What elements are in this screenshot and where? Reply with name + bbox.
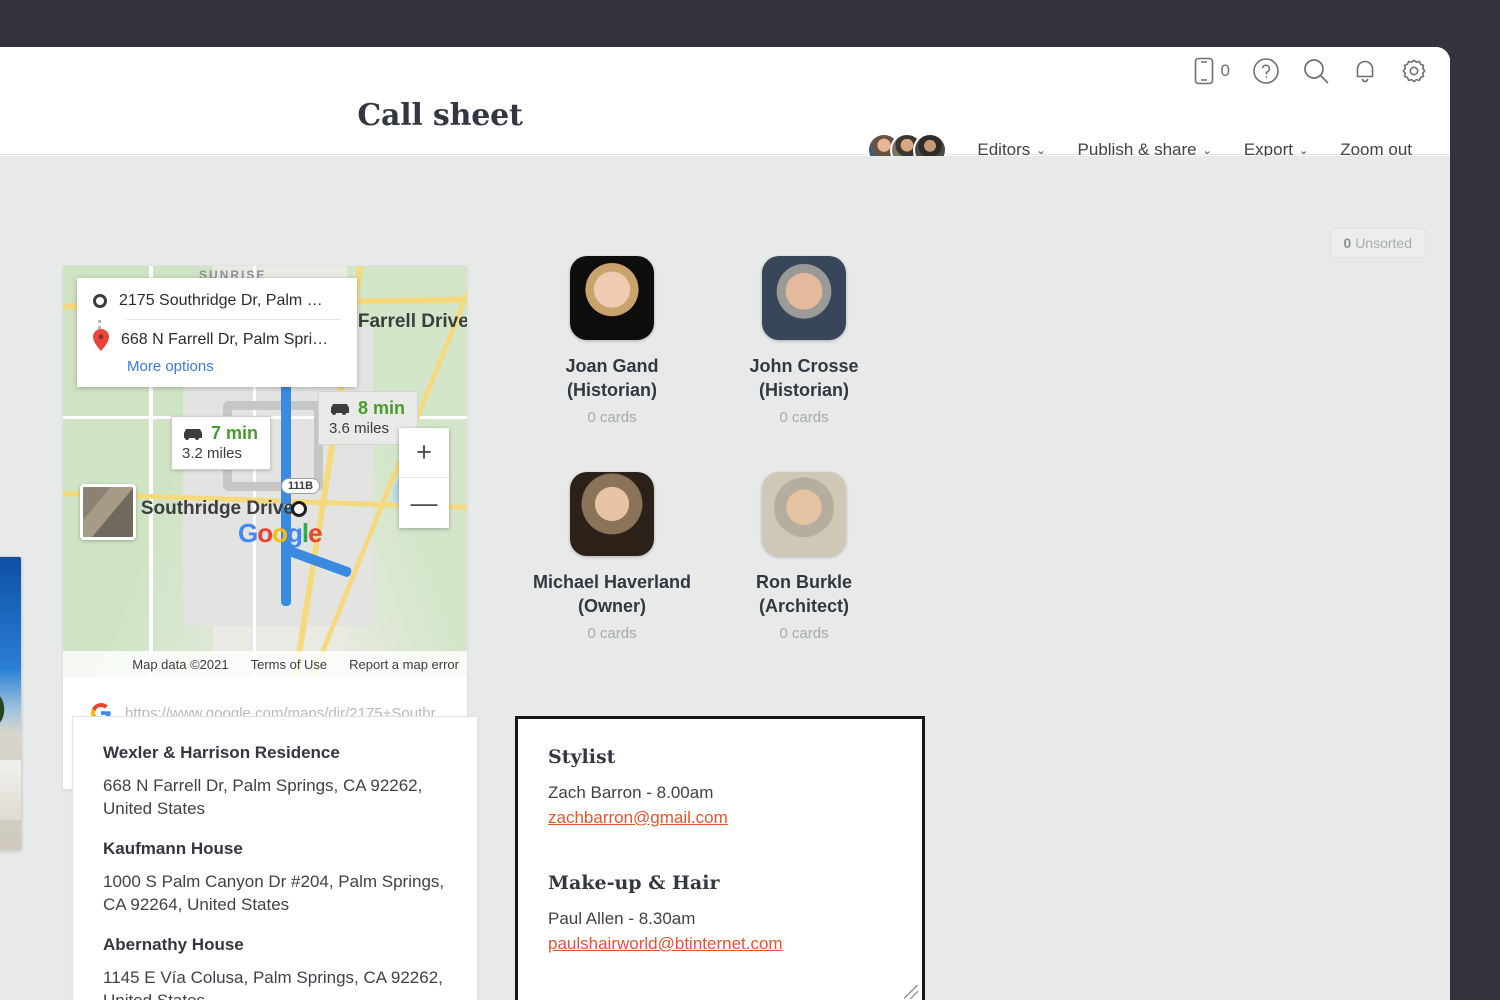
- chevron-down-icon: ⌄: [1036, 144, 1045, 157]
- chevron-down-icon: ⌄: [1299, 144, 1308, 157]
- map-data-credit: Map data ©2021: [132, 657, 228, 672]
- mobile-preview-button[interactable]: 0: [1194, 57, 1230, 85]
- map-attribution: Map data ©2021 Terms of Use Report a map…: [63, 651, 467, 677]
- person-card[interactable]: Joan Gand (Historian) 0 cards: [507, 256, 717, 426]
- person-name-text: John Crosse: [749, 356, 858, 376]
- stylist-heading: Stylist: [548, 746, 892, 768]
- map-endpoint-marker: [291, 501, 307, 517]
- app-window: 0: [0, 47, 1450, 1000]
- crew-card[interactable]: Stylist Zach Barron - 8.00am zachbarron@…: [515, 716, 925, 1000]
- route-time: 7 min: [211, 423, 258, 444]
- person-name: Joan Gand (Historian): [507, 355, 717, 403]
- destination-text: 668 N Farrell Dr, Palm Spri…: [121, 331, 341, 349]
- unsorted-count: 0: [1344, 235, 1352, 251]
- mobile-count: 0: [1221, 61, 1230, 81]
- address-name: Abernathy House: [103, 935, 447, 955]
- resize-handle[interactable]: [904, 985, 918, 999]
- map-pin-icon: [93, 329, 109, 351]
- car-icon: [329, 402, 351, 415]
- person-card-count: 0 cards: [699, 409, 909, 426]
- page-title: Call sheet: [0, 47, 880, 155]
- person-role-text: (Historian): [759, 380, 849, 400]
- report-map-error-link[interactable]: Report a map error: [349, 657, 459, 672]
- route-distance: 3.6 miles: [329, 420, 405, 437]
- map-route-shield: 111B: [281, 478, 320, 494]
- origin-circle-icon: [93, 294, 107, 308]
- stylist-details: Zach Barron - 8.00am zachbarron@gmail.co…: [548, 781, 892, 830]
- terms-of-use-link[interactable]: Terms of Use: [251, 657, 328, 672]
- person-name-text: Michael Haverland: [533, 572, 691, 592]
- crew-content: Stylist Zach Barron - 8.00am zachbarron@…: [518, 719, 922, 984]
- map-label-farrell: n Farrell Drive: [341, 311, 467, 333]
- makeup-details: Paul Allen - 8.30am paulshairworld@btint…: [548, 907, 892, 956]
- person-name-text: Joan Gand: [565, 356, 658, 376]
- map-street-view-thumbnail[interactable]: [80, 484, 136, 540]
- chevron-down-icon: ⌄: [1203, 144, 1212, 157]
- makeup-email-link[interactable]: paulshairworld@btinternet.com: [548, 934, 783, 953]
- person-card[interactable]: Michael Haverland (Owner) 0 cards: [507, 472, 717, 642]
- avatar: [570, 256, 654, 340]
- destination-row[interactable]: 668 N Farrell Dr, Palm Spri…: [93, 329, 341, 351]
- stylist-name: Zach Barron - 8.00am: [548, 783, 713, 802]
- person-role-text: (Historian): [567, 380, 657, 400]
- address-name: Kaufmann House: [103, 839, 447, 859]
- unsorted-label: Unsorted: [1355, 235, 1412, 251]
- mobile-icon: [1194, 57, 1214, 85]
- unsorted-badge[interactable]: 0 Unsorted: [1330, 228, 1427, 258]
- photo-card-partial[interactable]: [0, 556, 22, 851]
- stylist-email-link[interactable]: zachbarron@gmail.com: [548, 808, 728, 827]
- origin-row[interactable]: 2175 Southridge Dr, Palm …: [93, 292, 341, 310]
- person-role-text: (Owner): [578, 596, 646, 616]
- map-zoom-in-button[interactable]: +: [399, 428, 449, 478]
- person-role-text: (Architect): [759, 596, 849, 616]
- map-zoom-out-button[interactable]: —: [399, 478, 449, 528]
- more-options-link[interactable]: More options: [127, 358, 341, 375]
- person-card-count: 0 cards: [507, 409, 717, 426]
- spacer: [548, 830, 892, 872]
- map-zoom-controls[interactable]: + —: [399, 428, 449, 528]
- avatar: [762, 472, 846, 556]
- directions-panel[interactable]: 2175 Southridge Dr, Palm … 668 N Farrell…: [77, 278, 357, 387]
- help-icon[interactable]: [1252, 57, 1280, 85]
- person-card[interactable]: John Crosse (Historian) 0 cards: [699, 256, 909, 426]
- car-icon: [182, 427, 204, 440]
- address-line: 668 N Farrell Dr, Palm Springs, CA 92262…: [103, 774, 447, 821]
- route-time: 8 min: [358, 398, 405, 419]
- address-line: 1000 S Palm Canyon Dr #204, Palm Springs…: [103, 870, 447, 917]
- makeup-name: Paul Allen - 8.30am: [548, 909, 695, 928]
- bell-icon[interactable]: [1352, 57, 1378, 85]
- avatar: [570, 472, 654, 556]
- person-name-text: Ron Burkle: [756, 572, 852, 592]
- avatar: [762, 256, 846, 340]
- google-wordmark: Google: [238, 518, 322, 549]
- address-name: Wexler & Harrison Residence: [103, 743, 447, 763]
- board-canvas[interactable]: 0 Unsorted: [0, 156, 1450, 1000]
- person-name: Ron Burkle (Architect): [699, 571, 909, 619]
- addresses-card[interactable]: Wexler & Harrison Residence 668 N Farrel…: [72, 716, 478, 1000]
- locations-map-card[interactable]: SUNRISE n Farrell Drive 5 Southridge Dri…: [62, 265, 468, 790]
- person-card-count: 0 cards: [699, 625, 909, 642]
- map-view[interactable]: SUNRISE n Farrell Drive 5 Southridge Dri…: [63, 266, 467, 677]
- divider: [127, 319, 341, 320]
- gear-icon[interactable]: [1400, 57, 1428, 85]
- search-icon[interactable]: [1302, 57, 1330, 85]
- person-card-count: 0 cards: [507, 625, 717, 642]
- person-name: John Crosse (Historian): [699, 355, 909, 403]
- makeup-heading: Make-up & Hair: [548, 872, 892, 894]
- header-icon-row: 0: [1194, 57, 1428, 85]
- route-distance: 3.2 miles: [182, 445, 258, 462]
- origin-text: 2175 Southridge Dr, Palm …: [119, 292, 341, 310]
- route-callout-primary[interactable]: 7 min 3.2 miles: [171, 416, 271, 470]
- person-card[interactable]: Ron Burkle (Architect) 0 cards: [699, 472, 909, 642]
- addresses-list: Wexler & Harrison Residence 668 N Farrel…: [73, 717, 477, 1000]
- app-header: 0: [0, 47, 1450, 155]
- map-label-southridge: 5 Southridge Drive: [125, 498, 294, 520]
- palm-tree-decoration: [0, 687, 17, 767]
- address-line: 1145 E Vía Colusa, Palm Springs, CA 9226…: [103, 966, 447, 1000]
- building-decoration: [0, 760, 22, 820]
- person-name: Michael Haverland (Owner): [507, 571, 717, 619]
